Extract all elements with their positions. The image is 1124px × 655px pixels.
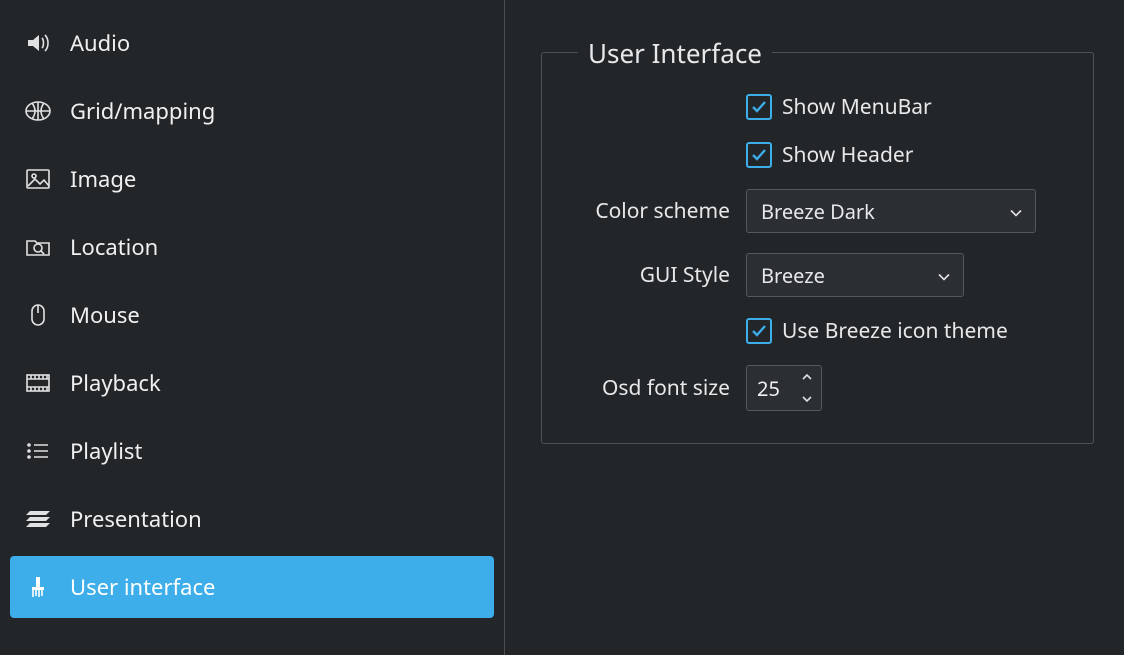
sidebar-item-label: Presentation <box>70 504 202 534</box>
sidebar-item-playback[interactable]: Playback <box>10 352 494 414</box>
mouse-icon <box>24 301 52 329</box>
sidebar-item-label: Grid/mapping <box>70 96 215 126</box>
list-icon <box>24 437 52 465</box>
layers-icon <box>24 505 52 533</box>
color-scheme-combo[interactable]: Breeze Dark <box>746 189 1036 233</box>
spinbox-down-button[interactable] <box>793 388 821 410</box>
sidebar-item-image[interactable]: Image <box>10 148 494 210</box>
breeze-icons-label: Use Breeze icon theme <box>782 317 1008 345</box>
chevron-down-icon <box>1009 198 1023 225</box>
sidebar-item-label: Playback <box>70 368 161 398</box>
spinbox-up-button[interactable] <box>793 366 821 388</box>
osd-font-size-label: Osd font size <box>566 374 746 402</box>
gui-style-label: GUI Style <box>566 261 746 289</box>
color-scheme-value: Breeze Dark <box>761 198 875 225</box>
show-menubar-checkbox[interactable] <box>746 94 772 120</box>
user-interface-group: User Interface Show MenuBar Show Header <box>541 52 1094 444</box>
breeze-icons-checkbox[interactable] <box>746 318 772 344</box>
gui-style-value: Breeze <box>761 262 825 289</box>
show-menubar-label: Show MenuBar <box>782 93 932 121</box>
sidebar-item-presentation[interactable]: Presentation <box>10 488 494 550</box>
film-icon <box>24 369 52 397</box>
group-title: User Interface <box>578 35 772 71</box>
sidebar-item-label: Playlist <box>70 436 142 466</box>
grid-globe-icon <box>24 97 52 125</box>
show-header-checkbox[interactable] <box>746 142 772 168</box>
sidebar-item-label: Audio <box>70 28 130 58</box>
show-header-label: Show Header <box>782 141 913 169</box>
settings-sidebar: Audio Grid/mapping <box>0 0 505 655</box>
color-scheme-label: Color scheme <box>566 197 746 225</box>
sidebar-item-grid-mapping[interactable]: Grid/mapping <box>10 80 494 142</box>
sidebar-item-label: Mouse <box>70 300 140 330</box>
chevron-down-icon <box>937 262 951 289</box>
sidebar-item-mouse[interactable]: Mouse <box>10 284 494 346</box>
sidebar-item-label: User interface <box>70 572 215 602</box>
sidebar-item-user-interface[interactable]: User interface <box>10 556 494 618</box>
folder-search-icon <box>24 233 52 261</box>
osd-font-size-value[interactable]: 25 <box>747 366 793 410</box>
sidebar-item-label: Location <box>70 232 158 262</box>
osd-font-size-spinbox[interactable]: 25 <box>746 365 822 411</box>
brush-icon <box>24 573 52 601</box>
image-icon <box>24 165 52 193</box>
gui-style-combo[interactable]: Breeze <box>746 253 964 297</box>
speaker-icon <box>24 29 52 57</box>
settings-content: User Interface Show MenuBar Show Header <box>505 0 1124 655</box>
sidebar-item-audio[interactable]: Audio <box>10 12 494 74</box>
settings-window: Audio Grid/mapping <box>0 0 1124 655</box>
sidebar-item-location[interactable]: Location <box>10 216 494 278</box>
sidebar-item-playlist[interactable]: Playlist <box>10 420 494 482</box>
sidebar-item-label: Image <box>70 164 136 194</box>
